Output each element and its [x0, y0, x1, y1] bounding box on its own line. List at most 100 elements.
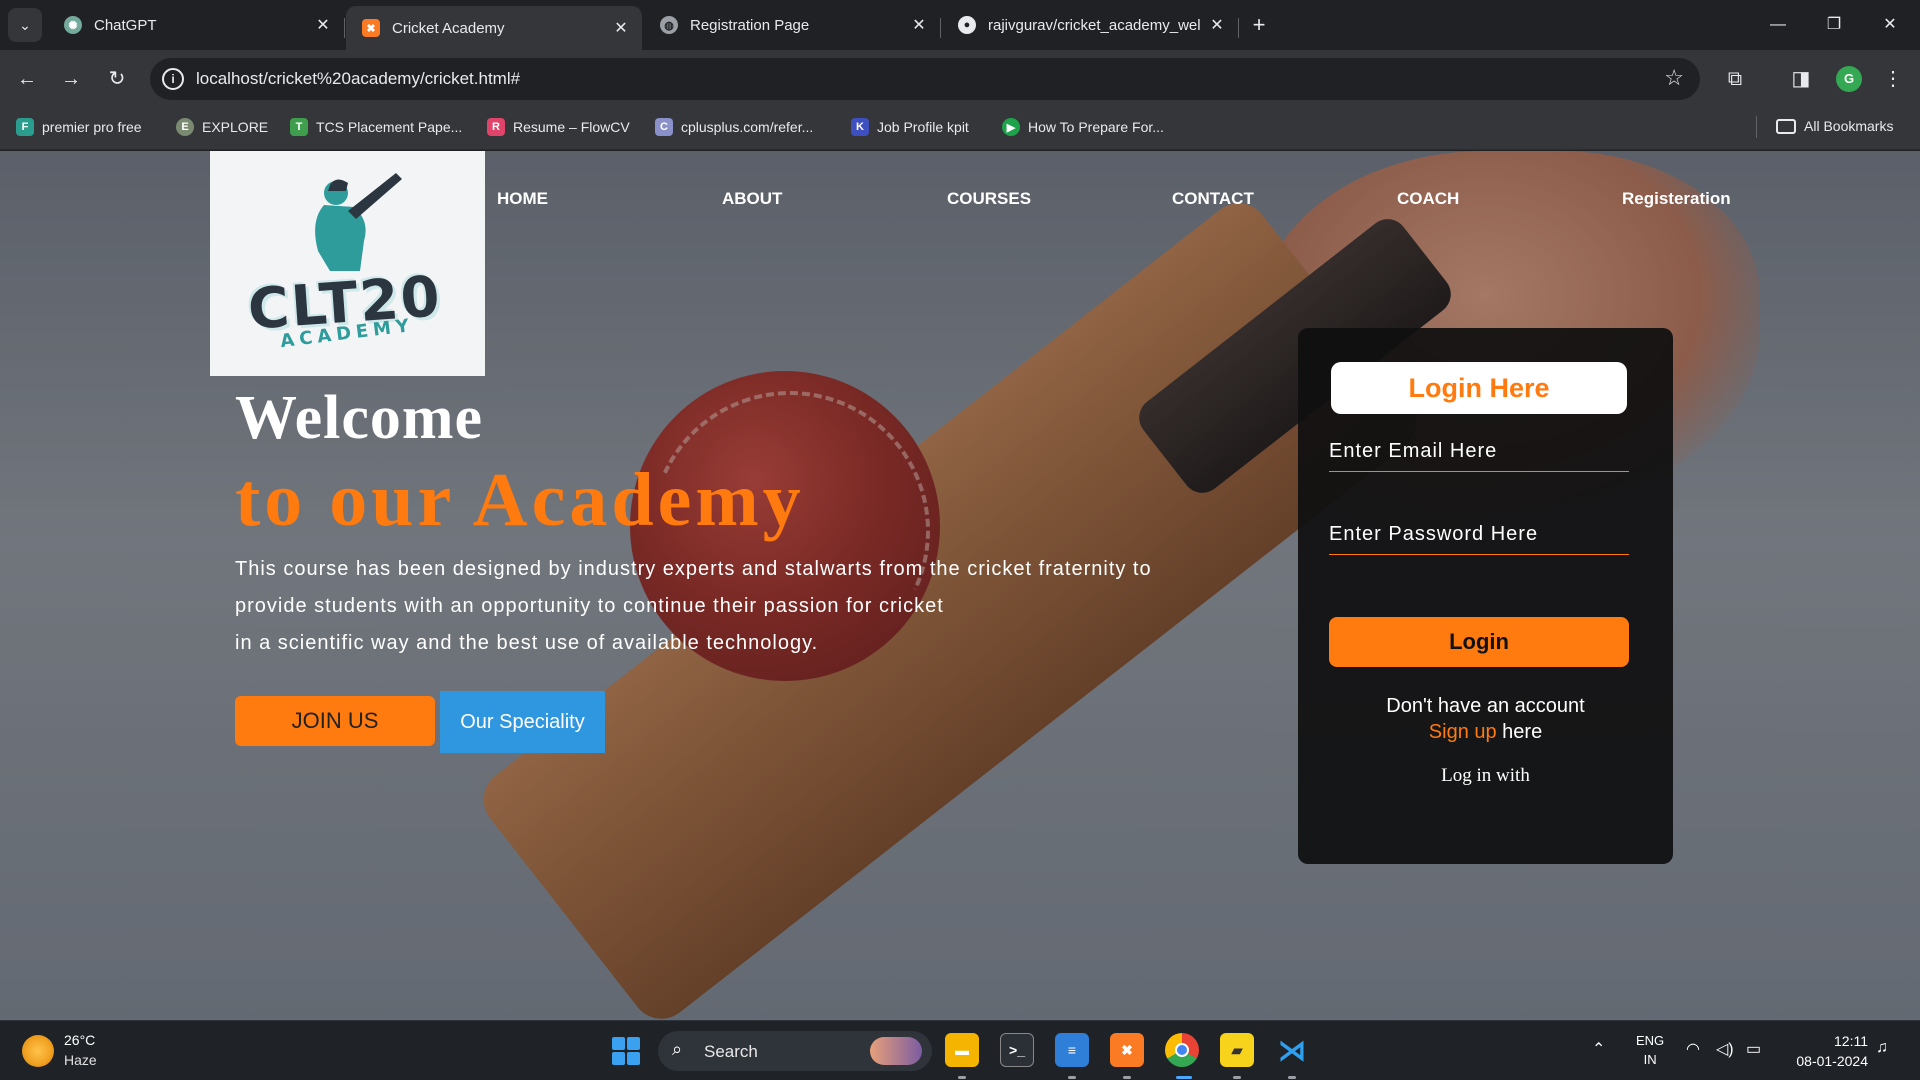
folder-icon: [1776, 118, 1796, 134]
weather-temperature[interactable]: 26°C: [64, 1032, 95, 1048]
all-bookmarks-label: All Bookmarks: [1804, 118, 1894, 134]
extensions-icon[interactable]: ⧉: [1720, 64, 1750, 94]
url-text[interactable]: localhost/cricket%20academy/cricket.html…: [196, 69, 520, 89]
explore-icon: E: [176, 118, 194, 136]
our-speciality-button[interactable]: Our Speciality: [440, 691, 605, 753]
tab-registration[interactable]: ◍ Registration Page ✕: [644, 6, 940, 44]
bookmark-label: Resume – FlowCV: [513, 119, 630, 135]
search-icon: ⌕: [672, 1039, 683, 1059]
browser-toolbar: ← → ↻ i localhost/cricket%20academy/cric…: [0, 50, 1920, 108]
signup-prompt: Don't have an account Sign up here: [1298, 693, 1673, 745]
bookmark-item[interactable]: F premier pro free: [16, 118, 142, 136]
login-title: Login Here: [1331, 362, 1627, 414]
volume-icon[interactable]: ◁): [1716, 1039, 1734, 1059]
bookmark-label: EXPLORE: [202, 119, 269, 135]
email-field[interactable]: Enter Email Here: [1329, 436, 1629, 472]
tab-title: rajivgurav/cricket_academy_wel: [988, 16, 1201, 34]
nav-registration[interactable]: Registeration: [1622, 189, 1731, 209]
tab-title: Registration Page: [690, 16, 810, 34]
notification-bell-icon[interactable]: ♫: [1876, 1039, 1888, 1057]
bookmark-label: cplusplus.com/refer...: [681, 119, 814, 135]
site-info-icon[interactable]: i: [162, 68, 184, 90]
bookmark-label: How To Prepare For...: [1028, 119, 1164, 135]
language-code: ENG: [1636, 1033, 1665, 1048]
nav-home[interactable]: HOME: [497, 189, 548, 209]
kpit-icon: K: [851, 118, 869, 136]
reload-icon[interactable]: ↻: [102, 64, 132, 94]
sign-up-link[interactable]: Sign up: [1429, 721, 1497, 743]
weather-condition[interactable]: Haze: [64, 1052, 97, 1068]
taskbar: 26°C Haze ⌕ Search ▬ >_ ≡ ✖ ▰ ⋊ ⌃ ENG IN…: [0, 1020, 1920, 1080]
more-menu-icon[interactable]: ⋮: [1878, 64, 1908, 94]
close-icon[interactable]: ✕: [1206, 15, 1228, 35]
login-button[interactable]: Login: [1329, 617, 1629, 667]
chevron-up-icon[interactable]: ⌃: [1592, 1039, 1605, 1059]
restore-button[interactable]: ❐: [1814, 10, 1854, 40]
nav-coach[interactable]: COACH: [1397, 189, 1459, 209]
join-us-button[interactable]: JOIN US: [235, 696, 435, 746]
sticky-notes-icon[interactable]: ▰: [1220, 1033, 1254, 1067]
back-arrow-icon[interactable]: ←: [12, 64, 42, 94]
close-icon[interactable]: ✕: [610, 18, 632, 38]
address-bar[interactable]: i localhost/cricket%20academy/cricket.ht…: [150, 58, 1700, 100]
chrome-icon[interactable]: [1165, 1033, 1199, 1067]
batsman-icon: [315, 173, 402, 271]
tab-strip: ⌄ ✺ ChatGPT ✕ ✖ Cricket Academy ✕ ◍ Regi…: [0, 0, 1920, 50]
bookmark-item[interactable]: K Job Profile kpit: [851, 118, 969, 136]
bookmark-item[interactable]: T TCS Placement Pape...: [290, 118, 462, 136]
windows-start-icon[interactable]: [612, 1037, 640, 1065]
xampp-icon[interactable]: ✖: [1110, 1033, 1144, 1067]
clock-time: 12:11: [1834, 1033, 1868, 1049]
wifi-icon[interactable]: ◠: [1686, 1039, 1700, 1059]
new-tab-button[interactable]: +: [1244, 10, 1274, 40]
terminal-icon[interactable]: >_: [1000, 1033, 1034, 1067]
taskbar-search[interactable]: ⌕ Search: [658, 1031, 932, 1071]
no-account-text: Don't have an account: [1386, 695, 1585, 717]
clock-date: 08-01-2024: [1796, 1053, 1868, 1069]
tab-cricket-academy[interactable]: ✖ Cricket Academy ✕: [346, 6, 642, 50]
system-clock[interactable]: 12:11 08-01-2024: [1786, 1031, 1868, 1071]
bookmark-item[interactable]: E EXPLORE: [176, 118, 268, 136]
hero-welcome-heading: Welcome: [235, 384, 484, 452]
battery-icon[interactable]: ▭: [1746, 1039, 1761, 1059]
forward-arrow-icon[interactable]: →: [56, 64, 86, 94]
bookmark-label: Job Profile kpit: [877, 119, 969, 135]
tab-chatgpt[interactable]: ✺ ChatGPT ✕: [48, 6, 344, 44]
github-icon: ●: [958, 16, 976, 34]
file-explorer-icon[interactable]: ▬: [945, 1033, 979, 1067]
frame-icon: F: [16, 118, 34, 136]
vscode-icon[interactable]: ⋊: [1275, 1033, 1309, 1067]
bookmark-star-icon[interactable]: ☆: [1664, 65, 1684, 91]
close-icon[interactable]: ✕: [312, 15, 334, 35]
notepad-icon[interactable]: ≡: [1055, 1033, 1089, 1067]
tab-search-button[interactable]: ⌄: [8, 8, 42, 42]
weather-haze-icon[interactable]: [22, 1035, 54, 1067]
profile-avatar[interactable]: G: [1836, 66, 1862, 92]
cplusplus-icon: C: [655, 118, 673, 136]
close-window-button[interactable]: ✕: [1870, 10, 1910, 40]
side-panel-icon[interactable]: ◨: [1786, 64, 1816, 94]
site-logo[interactable]: CLT20 ACADEMY: [210, 151, 485, 376]
all-bookmarks[interactable]: All Bookmarks: [1776, 118, 1893, 134]
tab-title: Cricket Academy: [392, 19, 505, 37]
language-indicator[interactable]: ENG IN: [1636, 1031, 1664, 1069]
nav-contact[interactable]: CONTACT: [1172, 189, 1254, 209]
hero-description-line: in a scientific way and the best use of …: [235, 632, 819, 654]
bookmark-item[interactable]: ▶ How To Prepare For...: [1002, 118, 1164, 136]
password-field[interactable]: Enter Password Here: [1329, 519, 1629, 555]
chatgpt-icon: ✺: [64, 16, 82, 34]
tab-github[interactable]: ● rajivgurav/cricket_academy_wel ✕: [942, 6, 1238, 44]
login-form: Login Here Enter Email Here Enter Passwo…: [1298, 328, 1673, 864]
bookmark-item[interactable]: C cplusplus.com/refer...: [655, 118, 813, 136]
close-icon[interactable]: ✕: [908, 15, 930, 35]
nav-about[interactable]: ABOUT: [722, 189, 782, 209]
hero-description: This course has been designed by industr…: [235, 551, 1235, 662]
bookmark-label: premier pro free: [42, 119, 142, 135]
bookmark-item[interactable]: R Resume – FlowCV: [487, 118, 630, 136]
page-viewport: CLT20 ACADEMY HOME ABOUT COURSES CONTACT…: [0, 151, 1920, 1020]
hero-academy-heading: to our Academy: [235, 458, 805, 542]
nav-courses[interactable]: COURSES: [947, 189, 1031, 209]
search-label: Search: [704, 1042, 758, 1061]
minimize-button[interactable]: —: [1758, 10, 1798, 40]
hero-description-line: This course has been designed by industr…: [235, 558, 1152, 580]
